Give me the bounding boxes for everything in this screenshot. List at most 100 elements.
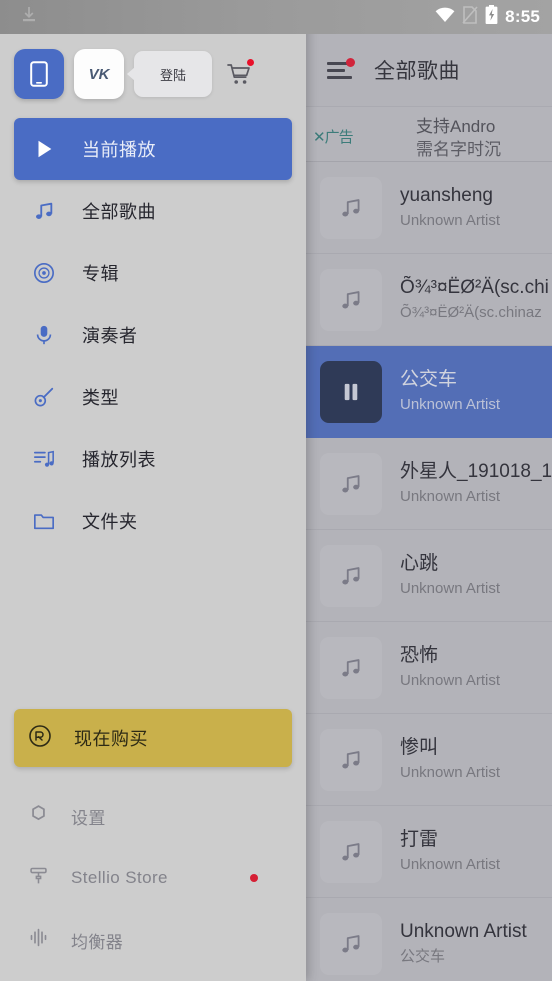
sidebar-item-4[interactable]: 演奏者 [0, 304, 306, 366]
buy-now-label: 现在购买 [74, 729, 148, 749]
song-artist: Unknown Artist [400, 580, 501, 597]
music-note-icon [342, 290, 360, 308]
vk-source-button[interactable]: VK [74, 49, 124, 99]
battery-charging-icon [485, 5, 498, 29]
buy-badge-icon [28, 724, 52, 753]
sidebar-item-2[interactable]: 全部歌曲 [0, 180, 306, 242]
music-note-icon [342, 198, 360, 216]
ad-close-label[interactable]: ✕广告 [313, 126, 354, 147]
sidebar-item-label: 文件夹 [82, 512, 138, 532]
ad-banner[interactable]: ✕广告 支持Andro 需名字时沉 [306, 106, 552, 162]
song-title: 公交车 [400, 369, 458, 390]
sidebar-item-label: 类型 [82, 388, 119, 408]
song-row[interactable]: 打雷 Unknown Artist [306, 806, 552, 898]
song-title: yuansheng [400, 185, 493, 206]
buy-now-button[interactable]: 现在购买 [14, 709, 292, 767]
song-row[interactable]: Õ¾³¤ËØ²Ä(sc.chi Õ¾³¤ËØ²Ä(sc.chinaz [306, 254, 552, 346]
song-title: 惨叫 [400, 737, 439, 758]
vk-logo-icon: VK [89, 66, 111, 83]
song-title: Õ¾³¤ËØ²Ä(sc.chi [400, 277, 549, 298]
app-screen: 全部歌曲 ✕广告 支持Andro 需名字时沉 yuansheng Unknown … [0, 0, 552, 981]
brush-icon [28, 865, 49, 891]
song-meta: yuansheng Unknown Artist [400, 184, 500, 231]
song-artist: Unknown Artist [400, 396, 501, 413]
song-artist: Unknown Artist [400, 672, 501, 689]
song-row[interactable]: yuansheng Unknown Artist [306, 162, 552, 254]
phone-icon [30, 61, 48, 87]
ad-line-2: 需名字时沉 [416, 140, 501, 159]
pause-icon [344, 383, 358, 400]
song-row[interactable]: 恐怖 Unknown Artist [306, 622, 552, 714]
login-tooltip[interactable]: 登陆 [126, 51, 213, 97]
sidebar-item-7[interactable]: 文件夹 [0, 490, 306, 552]
music-note-icon [342, 934, 360, 952]
song-thumbnail [320, 452, 382, 515]
music-note-icon [342, 474, 360, 492]
sort-lines-icon[interactable] [327, 58, 355, 79]
song-list: yuansheng Unknown Artist Õ¾³¤ËØ²Ä(sc.chi Õ¾… [306, 162, 552, 981]
sidebar-item-1[interactable]: 当前播放 [14, 118, 292, 180]
song-meta: 外星人_191018_1 Unknown Artist [400, 460, 552, 507]
drawer-footer-item-3[interactable]: 均衡器 [0, 909, 306, 971]
song-thumbnail [320, 636, 382, 699]
status-indicators: 8:55 [306, 5, 552, 29]
song-artist: Unknown Artist [400, 488, 501, 505]
song-title: 心跳 [400, 553, 439, 574]
song-row[interactable]: 惨叫 Unknown Artist [306, 714, 552, 806]
sidebar-item-label: 全部歌曲 [82, 202, 156, 222]
app-bar: 全部歌曲 [306, 34, 552, 106]
playlist-icon [28, 448, 60, 470]
song-thumbnail [320, 176, 382, 239]
song-row-playing[interactable]: 公交车 Unknown Artist [306, 346, 552, 438]
song-thumbnail [320, 268, 382, 331]
song-thumbnail [320, 912, 382, 975]
drawer-footer-label: 设置 [71, 808, 106, 828]
song-artist: Õ¾³¤ËØ²Ä(sc.chinaz [400, 304, 542, 321]
ad-text: 支持Andro 需名字时沉 [416, 115, 552, 161]
status-bar: 8:55 [0, 0, 552, 34]
sidebar-item-3[interactable]: 专辑 [0, 242, 306, 304]
cart-badge-dot [247, 59, 255, 66]
equalizer-icon [28, 927, 49, 953]
song-thumbnail [320, 544, 382, 607]
drawer-footer-item-1[interactable]: 设置 [0, 785, 306, 847]
music-note-icon [342, 750, 360, 768]
song-title: 打雷 [400, 829, 439, 850]
song-meta: 惨叫 Unknown Artist [400, 736, 500, 783]
cart-icon [227, 64, 250, 84]
menu-badge-dot [346, 58, 355, 67]
song-title: Unknown Artist [400, 921, 527, 942]
banjo-icon [28, 386, 60, 408]
microphone-icon [28, 324, 60, 346]
music-note-icon [342, 658, 360, 676]
status-clock: 8:55 [505, 7, 540, 26]
sidebar-item-label: 当前播放 [82, 140, 156, 160]
drawer-footer-label: Stellio Store [71, 868, 168, 887]
song-meta: 恐怖 Unknown Artist [400, 644, 500, 691]
drawer-footer-item-2[interactable]: Stellio Store [0, 847, 306, 909]
drawer-footer-list: 设置 Stellio Store 均衡器 [0, 785, 306, 981]
song-thumbnail [320, 820, 382, 883]
music-note-icon [28, 200, 60, 222]
sim-off-icon [462, 5, 478, 29]
song-meta: 心跳 Unknown Artist [400, 552, 500, 599]
album-disc-icon [28, 262, 60, 284]
page-title: 全部歌曲 [374, 60, 460, 83]
phone-source-button[interactable] [14, 49, 64, 99]
song-title: 外星人_191018_1 [400, 461, 552, 482]
song-artist: Unknown Artist [400, 212, 501, 229]
sidebar-item-6[interactable]: 播放列表 [0, 428, 306, 490]
sidebar-item-5[interactable]: 类型 [0, 366, 306, 428]
song-row[interactable]: Unknown Artist 公交车 [306, 898, 552, 981]
sidebar-item-label: 播放列表 [82, 450, 156, 470]
song-row[interactable]: 外星人_191018_1 Unknown Artist [306, 438, 552, 530]
cart-button[interactable] [222, 54, 256, 94]
gear-icon [28, 803, 49, 829]
song-meta: Unknown Artist 公交车 [400, 920, 527, 967]
play-icon [28, 138, 60, 160]
song-row[interactable]: 心跳 Unknown Artist [306, 530, 552, 622]
download-icon [22, 6, 36, 29]
song-artist: Unknown Artist [400, 764, 501, 781]
song-artist: Unknown Artist [400, 856, 501, 873]
drawer-nav-list: 当前播放全部歌曲专辑 演奏者类型播放列表文件夹 [0, 114, 306, 552]
